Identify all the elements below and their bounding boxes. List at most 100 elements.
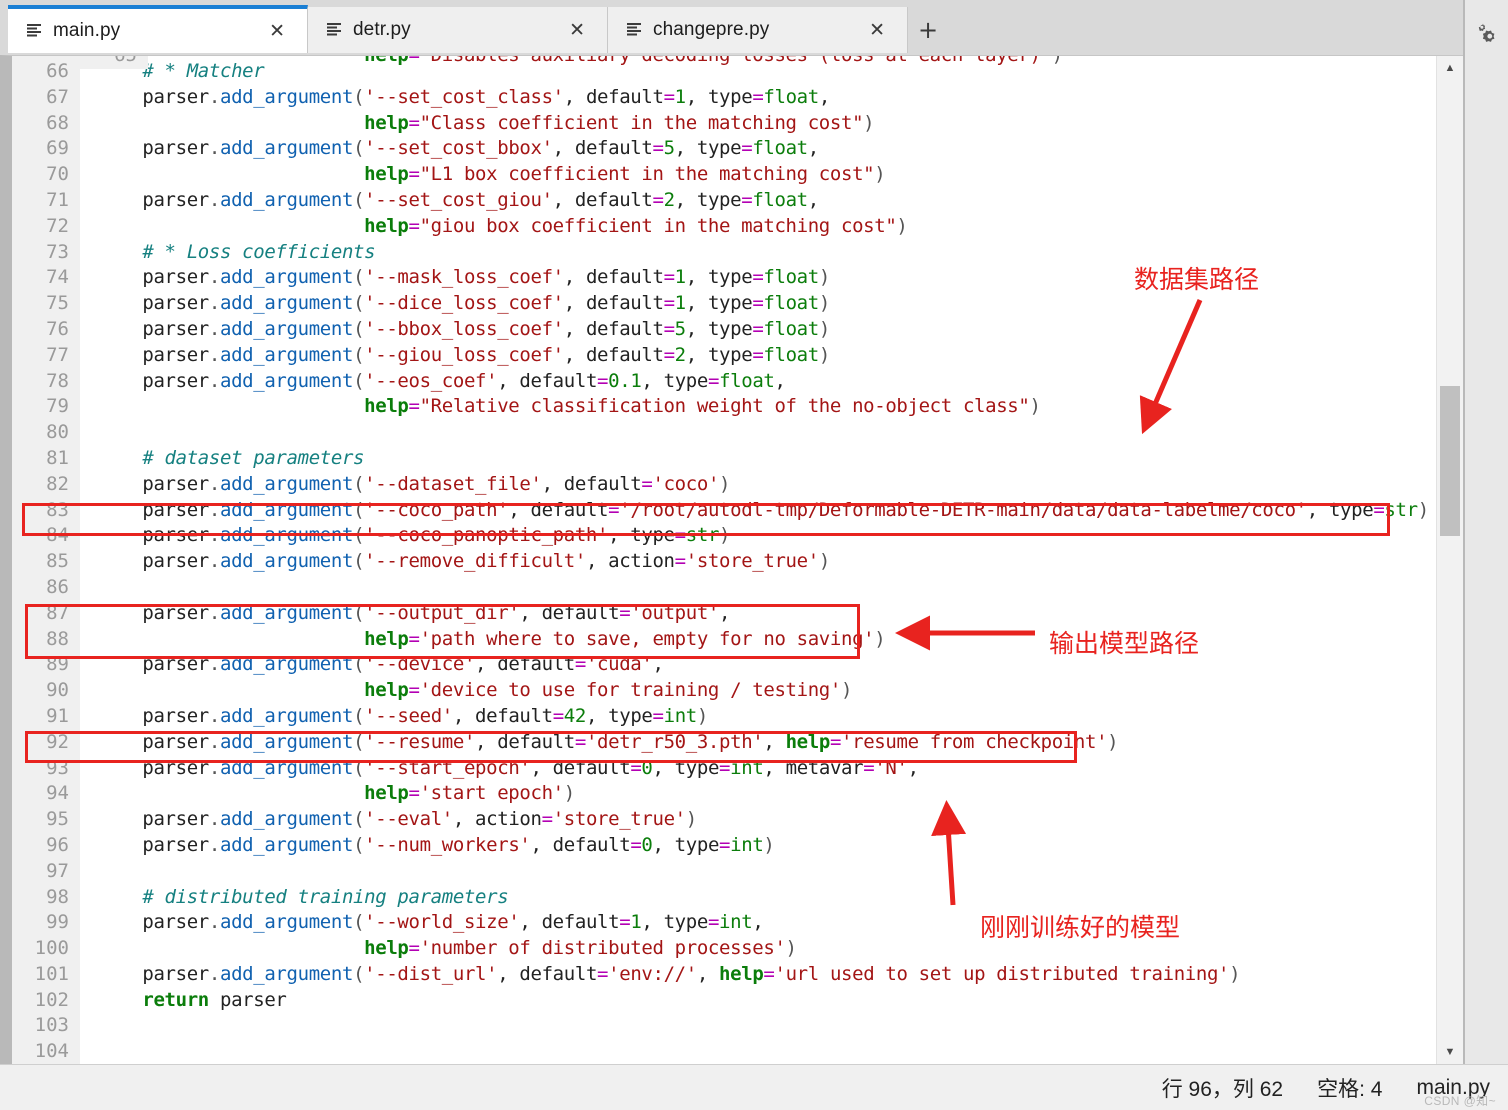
tab-bar-empty-space	[948, 0, 1463, 55]
code-line-94: help='start epoch')	[364, 782, 575, 805]
code-line-72: help="giou box coefficient in the matchi…	[364, 214, 908, 237]
code-line-100: help='number of distributed processes')	[364, 937, 797, 960]
line-number: 103	[34, 1014, 69, 1037]
line-number: 66	[46, 60, 69, 82]
editor-row: 66 67 68 69 70 71 72 73 74 75 76 77 78 7…	[0, 55, 1508, 1064]
csdn-watermark: CSDN @知~	[1424, 1094, 1496, 1108]
status-bar: 行 96，列 62 空格: 4 main.py CSDN @知~	[0, 1064, 1508, 1110]
line-number: 82	[46, 472, 69, 495]
line-number: 101	[34, 962, 69, 985]
code-line-76: parser.add_argument('--bbox_loss_coef', …	[98, 317, 830, 340]
line-number: 102	[34, 988, 69, 1011]
line-number: 81	[46, 446, 69, 469]
code-line-93: parser.add_argument('--start_epoch', def…	[98, 756, 919, 779]
code-line-70: help="L1 box coefficient in the matching…	[364, 163, 886, 186]
code-line-95: parser.add_argument('--eval', action='st…	[98, 808, 697, 831]
editor-tab-label: detr.py	[353, 19, 411, 40]
line-number: 75	[46, 292, 69, 315]
line-number: 97	[46, 859, 69, 882]
line-number-gutter: 66 67 68 69 70 71 72 73 74 75 76 77 78 7…	[12, 56, 80, 1064]
gears-settings-icon[interactable]	[1474, 22, 1500, 48]
code-line-98: # distributed training parameters	[98, 885, 509, 908]
line-number: 72	[46, 214, 69, 237]
editor-tab-changepre-py[interactable]: changepre.py ✕	[608, 7, 908, 53]
file-lines-icon	[326, 22, 342, 38]
code-line-79: help="Relative classification weight of …	[364, 395, 1041, 418]
code-line-83: parser.add_argument('--coco_path', defau…	[98, 498, 1429, 521]
line-number: 91	[46, 704, 69, 727]
line-number: 85	[46, 550, 69, 573]
code-line-99: parser.add_argument('--world_size', defa…	[98, 911, 764, 934]
code-line-96: parser.add_argument('--num_workers', def…	[98, 833, 775, 856]
line-number: 98	[46, 885, 69, 908]
line-number: 93	[46, 756, 69, 779]
code-line-77: parser.add_argument('--giou_loss_coef', …	[98, 343, 830, 366]
code-line-88: help='path where to save, empty for no s…	[364, 627, 886, 650]
code-line-78: parser.add_argument('--eos_coef', defaul…	[98, 369, 786, 392]
line-number: 71	[46, 188, 69, 211]
code-line-74: parser.add_argument('--mask_loss_coef', …	[98, 266, 830, 289]
line-number: 77	[46, 343, 69, 366]
line-number: 68	[46, 111, 69, 134]
code-line-82: parser.add_argument('--dataset_file', de…	[98, 472, 731, 495]
scrollbar-thumb[interactable]	[1440, 386, 1460, 536]
line-number: 104	[34, 1040, 69, 1063]
code-line-90: help='device to use for training / testi…	[364, 679, 853, 702]
line-number: 94	[46, 782, 69, 805]
editor-tab-main-py[interactable]: main.py ✕	[8, 5, 308, 53]
file-lines-icon	[626, 22, 642, 38]
line-number: 76	[46, 317, 69, 340]
top-strip: main.py ✕ detr.py ✕ changepre.py ✕ +	[0, 0, 1508, 129]
code-text-area[interactable]: 65 help="Disables auxiliary decoding los…	[80, 56, 1463, 1064]
code-line-67: parser.add_argument('--set_cost_class', …	[98, 85, 830, 108]
scroll-up-arrow-icon[interactable]: ▲	[1437, 58, 1463, 78]
line-number: 99	[46, 911, 69, 934]
line-number: 88	[46, 627, 69, 650]
editor-tab-close-icon[interactable]: ✕	[855, 20, 907, 40]
code-line-91: parser.add_argument('--seed', default=42…	[98, 704, 708, 727]
line-number: 74	[46, 266, 69, 289]
code-line-66: # * Matcher	[98, 60, 265, 82]
editor-tab-close-icon[interactable]: ✕	[555, 20, 607, 40]
line-number: 90	[46, 679, 69, 702]
code-line-102: return parser	[98, 988, 287, 1011]
code-line-75: parser.add_argument('--dice_loss_coef', …	[98, 292, 830, 315]
code-line-84: parser.add_argument('--coco_panoptic_pat…	[98, 524, 731, 547]
line-number: 70	[46, 163, 69, 186]
line-number: 87	[46, 601, 69, 624]
editor-tab-label: main.py	[53, 20, 121, 41]
new-tab-button[interactable]: +	[908, 7, 948, 53]
editor-tab-detr-py[interactable]: detr.py ✕	[308, 7, 608, 53]
indentation-status[interactable]: 空格: 4	[1317, 1073, 1382, 1103]
editor-vertical-scrollbar[interactable]: ▲ ▼	[1436, 56, 1463, 1064]
line-number: 80	[46, 421, 69, 444]
cursor-position-status[interactable]: 行 96，列 62	[1162, 1073, 1283, 1103]
editor-tab-bar: main.py ✕ detr.py ✕ changepre.py ✕ +	[0, 0, 1463, 55]
line-number: 84	[46, 524, 69, 547]
line-number: 83	[46, 498, 69, 521]
line-number: 95	[46, 808, 69, 831]
line-number: 100	[34, 937, 69, 960]
line-number: 69	[46, 137, 69, 160]
line-number: 89	[46, 653, 69, 676]
line-number: 96	[46, 833, 69, 856]
right-tool-rail-lower	[1463, 55, 1508, 1064]
code-editor-pane[interactable]: 66 67 68 69 70 71 72 73 74 75 76 77 78 7…	[0, 55, 1463, 1064]
code-line-92: parser.add_argument('--resume', default=…	[98, 730, 1119, 753]
line-number: 73	[46, 240, 69, 263]
scroll-down-arrow-icon[interactable]: ▼	[1437, 1042, 1463, 1062]
line-number: 78	[46, 369, 69, 392]
right-tool-rail	[1463, 0, 1508, 129]
editor-tab-close-icon[interactable]: ✕	[255, 21, 307, 41]
line-number: 92	[46, 730, 69, 753]
code-line-69: parser.add_argument('--set_cost_bbox', d…	[98, 137, 819, 160]
code-line-85: parser.add_argument('--remove_difficult'…	[98, 550, 830, 573]
source-code[interactable]: # * Matcher parser.add_argument('--set_c…	[80, 56, 1463, 1064]
line-number: 67	[46, 85, 69, 108]
code-line-71: parser.add_argument('--set_cost_giou', d…	[98, 188, 819, 211]
code-line-81: # dataset parameters	[98, 446, 365, 469]
